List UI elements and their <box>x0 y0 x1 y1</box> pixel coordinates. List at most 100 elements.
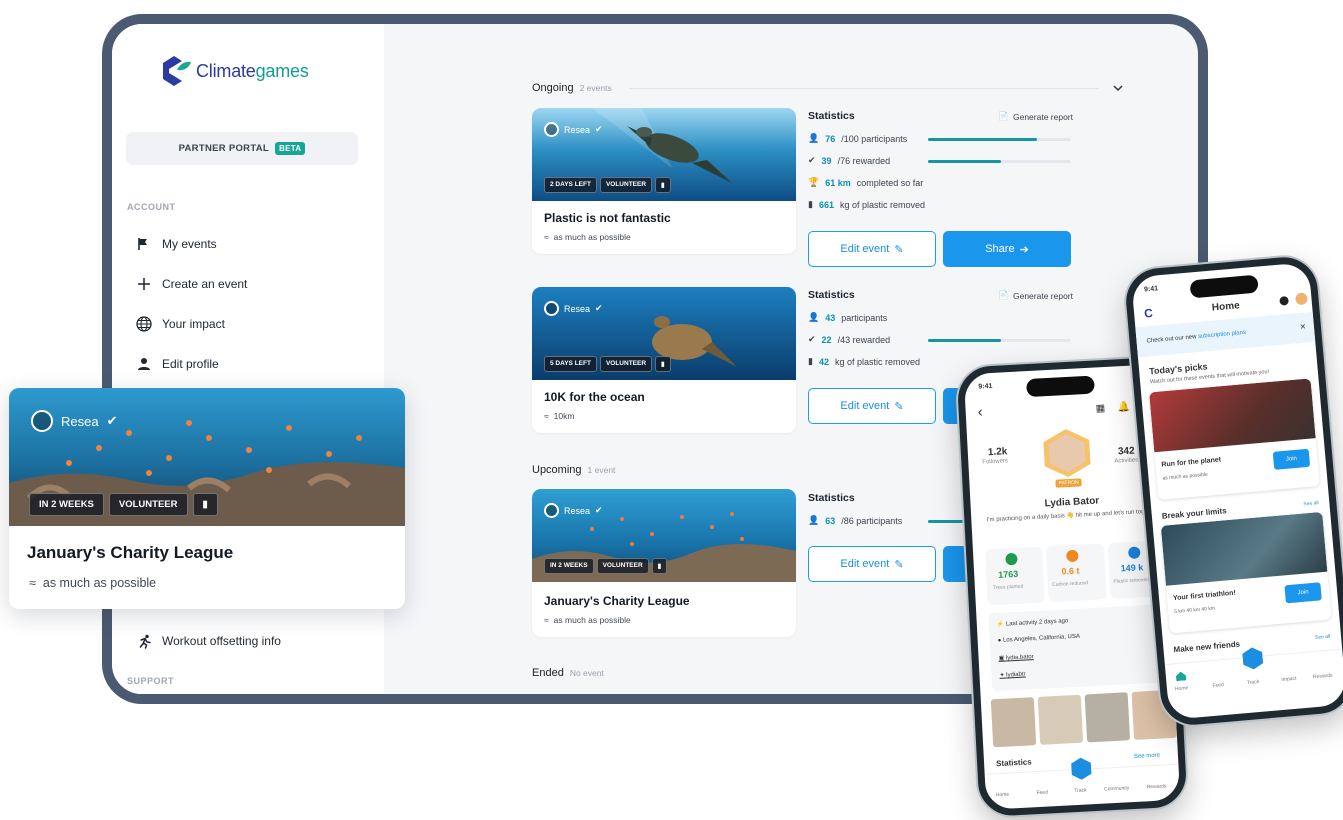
see-more-link[interactable]: See more <box>1134 753 1160 760</box>
event-card-10k[interactable]: Resea ✔ 5 DAYS LEFT VOLUNTEER ▮ 10K for t… <box>532 287 796 433</box>
swim-icon: ≈ <box>544 411 549 421</box>
flag-icon <box>136 236 152 252</box>
event-stats-plastic: Statistics 📄 Generate report 👤 76/100 part… <box>808 110 1073 270</box>
info-location: ● Los Angeles, California, USA <box>997 633 1081 644</box>
edit-event-button[interactable]: Edit event ✎ <box>808 388 936 424</box>
pick-card-run[interactable]: Run for the planet as much as possible J… <box>1149 378 1320 501</box>
sidebar-item-workout-offsetting[interactable]: Workout offsetting info <box>136 633 281 649</box>
subtitle-text: as much as possible <box>42 576 157 590</box>
runner-icon <box>136 633 152 649</box>
verified-icon: ✔ <box>595 505 603 515</box>
sidebar-item-label: Workout offsetting info <box>162 634 281 648</box>
tab-label: Rewards <box>1146 783 1167 791</box>
chevron-down-icon[interactable] <box>1112 81 1124 99</box>
stat-value: 61 km <box>825 177 851 188</box>
bottle-icon: ▮ <box>655 177 671 193</box>
back-icon[interactable]: ‹ <box>977 403 983 420</box>
org-avatar <box>544 122 559 137</box>
qr-icon[interactable]: ▦ <box>1095 403 1105 414</box>
generate-report-link[interactable]: 📄 Generate report <box>998 290 1073 301</box>
tab-home[interactable]: Home <box>1165 662 1204 704</box>
tab-home[interactable]: Home <box>985 773 1026 810</box>
logo-text: Climategames <box>196 60 309 81</box>
notification-icon[interactable] <box>1279 295 1289 306</box>
tab-label: Rewards <box>1312 672 1333 681</box>
featured-event-image: Resea ✔ IN 2 WEEKS VOLUNTEER ▮ <box>9 388 405 526</box>
org-avatar <box>544 301 559 316</box>
progress-bar <box>928 339 1071 342</box>
plus-icon <box>136 276 152 292</box>
edit-event-button[interactable]: Edit event ✎ <box>808 546 936 582</box>
tab-feed[interactable]: Feed <box>1200 659 1239 701</box>
photo[interactable] <box>1037 694 1084 745</box>
tab-label: Track <box>1074 787 1087 795</box>
sidebar-item-edit-profile[interactable]: Edit profile <box>136 356 219 372</box>
photo[interactable] <box>1084 692 1131 743</box>
logo[interactable]: Climategames <box>160 54 309 88</box>
stat-text: /76 rewarded <box>837 155 891 166</box>
share-icon: ➔ <box>1019 243 1029 256</box>
tab-track[interactable]: Track <box>1062 769 1103 806</box>
close-icon[interactable]: × <box>1300 322 1307 333</box>
sidebar-item-label: Your impact <box>162 317 225 331</box>
org-avatar <box>31 410 53 432</box>
event-card-charity[interactable]: Resea ✔ IN 2 WEEKS VOLUNTEER ▮ January's … <box>532 489 796 637</box>
join-button[interactable]: Join <box>1284 582 1322 604</box>
profile-avatar[interactable] <box>1294 292 1308 306</box>
tab-rewards[interactable]: Rewards <box>1307 650 1343 692</box>
see-all-link[interactable]: See all <box>1315 634 1331 641</box>
tab-community[interactable]: Community <box>1101 767 1142 804</box>
metric-carbon: 0.6 t Carbon reduced <box>1046 543 1107 603</box>
info-activity: ⚡ Last activity 2 days ago <box>996 618 1069 628</box>
event-subtitle: ≈ as much as possible <box>544 615 631 625</box>
profile-bio: I'm practicing on a daily basis 👋 hit me… <box>986 508 1160 524</box>
screen-title: Home <box>1211 300 1241 314</box>
button-label: Edit event <box>840 400 890 412</box>
people-icon: 👤 <box>808 312 820 322</box>
tab-rewards[interactable]: Rewards <box>1140 765 1181 802</box>
activities-label: Activities <box>1114 457 1139 465</box>
tab-label: Home <box>995 791 1010 799</box>
join-button[interactable]: Join <box>1272 448 1311 470</box>
break-limits-title: Break your limits <box>1161 506 1227 521</box>
sidebar-item-my-events[interactable]: My events <box>136 236 217 252</box>
plastic-icon <box>1127 546 1141 560</box>
org-name: Resea <box>564 505 591 516</box>
tab-impact[interactable]: Impact <box>1271 653 1310 695</box>
info-twitter[interactable]: ✦ lydiabtr <box>999 671 1025 679</box>
info-instagram[interactable]: ▣ lydia.bator <box>998 653 1034 662</box>
button-label: Edit event <box>840 558 890 570</box>
tab-label: Impact <box>1281 675 1297 684</box>
metric-label: Carbon reduced <box>1052 580 1089 589</box>
featured-event-card[interactable]: Resea ✔ IN 2 WEEKS VOLUNTEER ▮ January's … <box>9 388 405 609</box>
bottle-icon: ▮ <box>192 493 218 516</box>
sidebar-item-label: Edit profile <box>162 357 219 371</box>
event-title: 10K for the ocean <box>544 390 645 404</box>
stat-plastic: ▮ 42 kg of plastic removed <box>808 356 920 367</box>
subscription-banner[interactable]: Check out our new subscription plans × <box>1135 311 1316 358</box>
app-logo-icon[interactable]: C <box>1144 306 1154 321</box>
generate-report-link[interactable]: 📄 Generate report <box>998 111 1073 122</box>
badge-row: IN 2 WEEKS VOLUNTEER ▮ <box>544 558 668 574</box>
pencil-icon: ✎ <box>894 400 904 413</box>
photo[interactable] <box>990 697 1037 748</box>
event-card-plastic[interactable]: Resea ✔ 2 DAYS LEFT VOLUNTEER ▮ Plastic i… <box>532 108 796 254</box>
sidebar-item-your-impact[interactable]: Your impact <box>136 316 225 332</box>
followers-count: 1.2k <box>987 446 1008 459</box>
make-friends-title: Make new friends <box>1173 639 1241 655</box>
metric-value: 0.6 t <box>1061 565 1080 577</box>
pick-card-triathlon[interactable]: Your first triathlon! 5 km 40 km 40 km J… <box>1160 511 1332 634</box>
tab-feed[interactable]: Feed <box>1023 771 1064 808</box>
sidebar-item-create-event[interactable]: Create an event <box>136 276 247 292</box>
avatar[interactable] <box>1043 428 1091 478</box>
bell-icon[interactable]: 🔔 <box>1117 402 1130 414</box>
tab-track[interactable]: Track <box>1236 656 1275 698</box>
see-all-link[interactable]: See all <box>1303 500 1319 507</box>
pick-image <box>1149 378 1316 453</box>
edit-event-button[interactable]: Edit event ✎ <box>808 231 936 267</box>
banner-link: subscription plans <box>1197 329 1247 340</box>
globe-icon <box>136 316 152 332</box>
type-badge: VOLUNTEER <box>108 493 188 516</box>
share-button[interactable]: Share ➔ <box>943 231 1071 267</box>
time-badge: IN 2 WEEKS <box>544 558 594 574</box>
